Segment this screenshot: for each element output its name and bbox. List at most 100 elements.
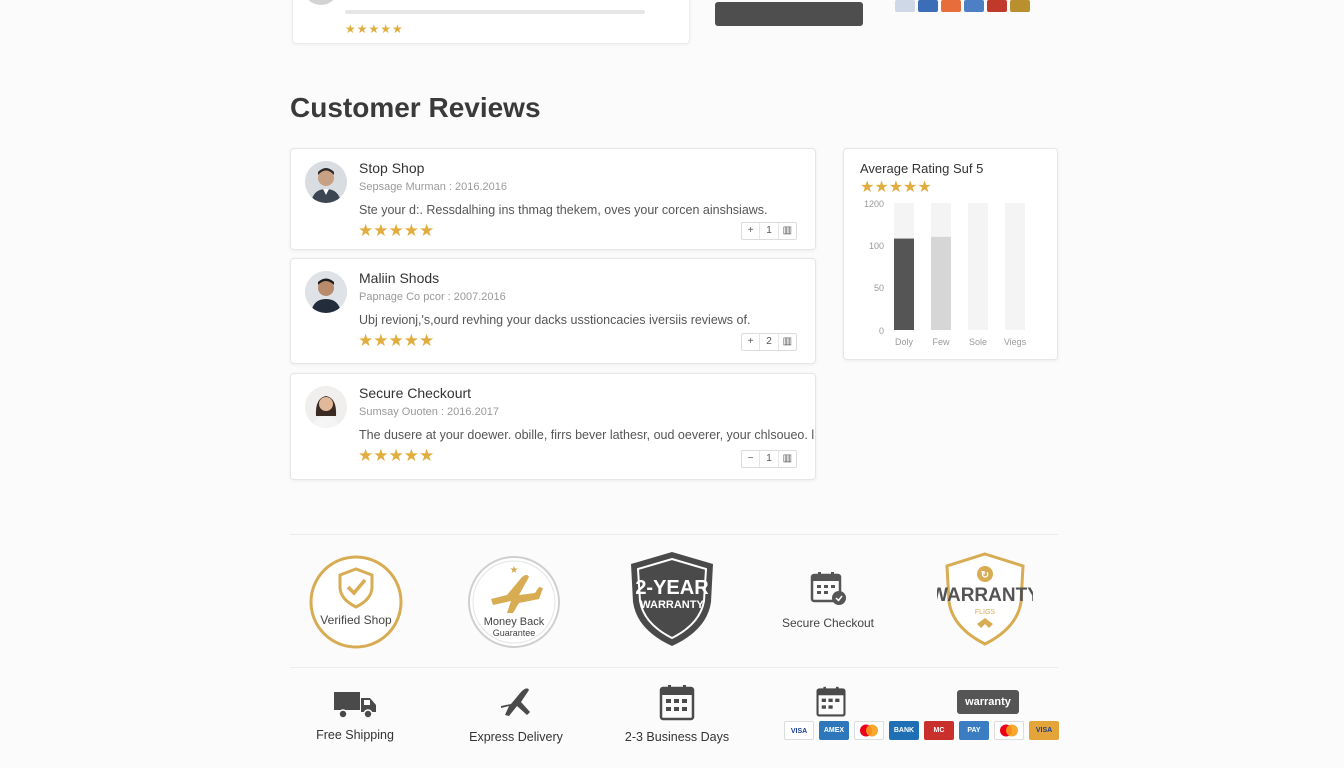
- payment-icon: [918, 0, 938, 12]
- shield-check-icon: Verified Shop: [309, 555, 403, 649]
- quantity-stepper[interactable]: + 2 ▥: [741, 333, 797, 351]
- pay-card-icon: PAY: [959, 721, 989, 740]
- stepper-button[interactable]: +: [742, 223, 759, 239]
- free-shipping-label: Free Shipping: [316, 728, 394, 742]
- chart-bar: [931, 236, 951, 330]
- rating-stars: ★★★★★: [358, 446, 435, 465]
- visa-icon: VISA: [1029, 721, 1059, 740]
- warranty-badge: ↻ WARRANTY FLIGS: [930, 552, 1040, 646]
- bar-background: [1005, 203, 1025, 330]
- avatar: [305, 271, 347, 313]
- review-text: Ubj revionj,'s,ourd revhing your dacks u…: [359, 313, 751, 327]
- truck-icon: [334, 692, 376, 719]
- calendar-icon: [815, 686, 847, 723]
- divider: [290, 534, 1058, 535]
- y-tick-label: 1200: [864, 199, 884, 209]
- payment-icon: [987, 0, 1007, 12]
- stepper-button[interactable]: −: [742, 451, 759, 467]
- mastercard-icon: MC: [924, 721, 954, 740]
- payment-icon: [964, 0, 984, 12]
- reviewer-name: Secure Checkourt: [359, 385, 472, 401]
- two-year-label: 2-YEAR: [635, 577, 709, 599]
- stepper-button[interactable]: +: [742, 334, 759, 350]
- y-tick-label: 100: [869, 241, 884, 251]
- payment-icon: [941, 0, 961, 12]
- warranty-tag: warranty: [957, 690, 1019, 714]
- business-days-label: 2-3 Business Days: [624, 730, 730, 744]
- airplane-icon: ★ Money Back Guarantee: [468, 556, 560, 648]
- review-meta: Papnage Co pcor : 2007.2016: [359, 291, 506, 303]
- y-tick-label: 0: [879, 326, 884, 336]
- previous-review-card: ★★★★★: [292, 0, 690, 44]
- business-days-feature: 2-3 Business Days: [622, 684, 732, 744]
- review-text: The dusere at your doewer. obille, firrs…: [359, 428, 815, 442]
- review-meta: Sumsay Ouoten : 2016.2017: [359, 406, 500, 418]
- avatar: [303, 0, 339, 5]
- svg-text:★: ★: [510, 565, 519, 576]
- top-payment-icons: [895, 0, 1030, 14]
- warranty-label: WARRANTY: [640, 599, 704, 611]
- verified-shop-badge: Verified Shop: [308, 555, 404, 649]
- secure-checkout-badge: Secure Checkout: [770, 570, 886, 634]
- x-tick-label: Few: [932, 337, 950, 347]
- calendar-icon: [659, 685, 695, 721]
- rating-bar-chart: 1200 100 50 0 Doly Few Sole Viegs: [864, 199, 1027, 347]
- top-action-button[interactable]: [715, 2, 863, 26]
- quantity-stepper[interactable]: + 1 ▥: [741, 222, 797, 240]
- quantity-stepper[interactable]: − 1 ▥: [741, 450, 797, 468]
- warranty-title: WARRANTY: [937, 585, 1033, 606]
- airplane-icon: [501, 688, 530, 716]
- guarantee-label: Guarantee: [493, 628, 536, 638]
- rating-stars: ★★★★★: [358, 221, 435, 240]
- warranty-shield-icon: ↻ WARRANTY FLIGS: [930, 552, 1040, 646]
- payment-icon: [1010, 0, 1030, 12]
- review-meta: Sepsage Murman : 2016.2016: [359, 181, 507, 193]
- x-tick-label: Sole: [969, 337, 987, 347]
- rating-stars: ★★★★★: [358, 331, 435, 350]
- average-rating-card: Average Rating Suf 5 ★★★★★ 1200 100 50 0 Dol…: [843, 148, 1058, 360]
- mastercard-icon: [854, 721, 884, 740]
- trash-icon[interactable]: ▥: [777, 451, 796, 467]
- x-tick-label: Doly: [895, 337, 914, 347]
- review-card: Maliin Shods Papnage Co pcor : 2007.2016…: [290, 258, 816, 364]
- avatar: [305, 386, 347, 428]
- express-delivery-feature: Express Delivery: [465, 684, 567, 744]
- reviewer-name: Stop Shop: [359, 160, 425, 176]
- free-shipping-feature: Free Shipping: [310, 688, 400, 742]
- x-tick-label: Viegs: [1004, 337, 1027, 347]
- warranty-sub: FLIGS: [975, 609, 996, 616]
- bar-background: [968, 203, 988, 330]
- page-title: Customer Reviews: [290, 92, 541, 123]
- two-year-warranty-badge: 2-YEAR WARRANTY: [627, 550, 717, 648]
- reviewer-name: Maliin Shods: [359, 270, 440, 286]
- calendar-icon: [810, 572, 846, 605]
- stepper-value: 1: [759, 451, 777, 467]
- bank-card-icon: BANK: [889, 721, 919, 740]
- money-back-badge: ★ Money Back Guarantee: [467, 555, 561, 649]
- shield-icon: 2-YEAR WARRANTY: [631, 552, 713, 646]
- y-tick-label: 50: [874, 283, 884, 293]
- money-back-label: Money Back: [484, 616, 545, 628]
- stepper-value: 1: [759, 223, 777, 239]
- chart-bar: [894, 238, 914, 330]
- rating-stars: ★★★★★: [345, 22, 404, 36]
- divider: [290, 667, 1058, 668]
- verified-label: Verified Shop: [320, 613, 392, 627]
- review-card: Secure Checkourt Sumsay Ouoten : 2016.20…: [290, 373, 816, 480]
- payment-methods: VISA AMEX BANK MC PAY VISA: [784, 721, 1059, 740]
- avatar: [305, 161, 347, 203]
- visa-icon: VISA: [784, 721, 814, 740]
- payment-icon: [895, 0, 915, 12]
- review-text-placeholder: [345, 10, 645, 14]
- page: ★★★★★ Customer Reviews Stop Shop Sepsage…: [0, 0, 1344, 768]
- trash-icon[interactable]: ▥: [777, 334, 796, 350]
- svg-text:↻: ↻: [981, 570, 989, 581]
- review-text: Ste your d:. Ressdalhing ins thmag theke…: [359, 203, 768, 217]
- stepper-value: 2: [759, 334, 777, 350]
- secure-checkout-label: Secure Checkout: [781, 616, 875, 630]
- review-card: Stop Shop Sepsage Murman : 2016.2016 Ste…: [290, 148, 816, 250]
- amex-icon: AMEX: [819, 721, 849, 740]
- mastercard-icon: [994, 721, 1024, 740]
- express-delivery-label: Express Delivery: [469, 730, 563, 744]
- trash-icon[interactable]: ▥: [777, 223, 796, 239]
